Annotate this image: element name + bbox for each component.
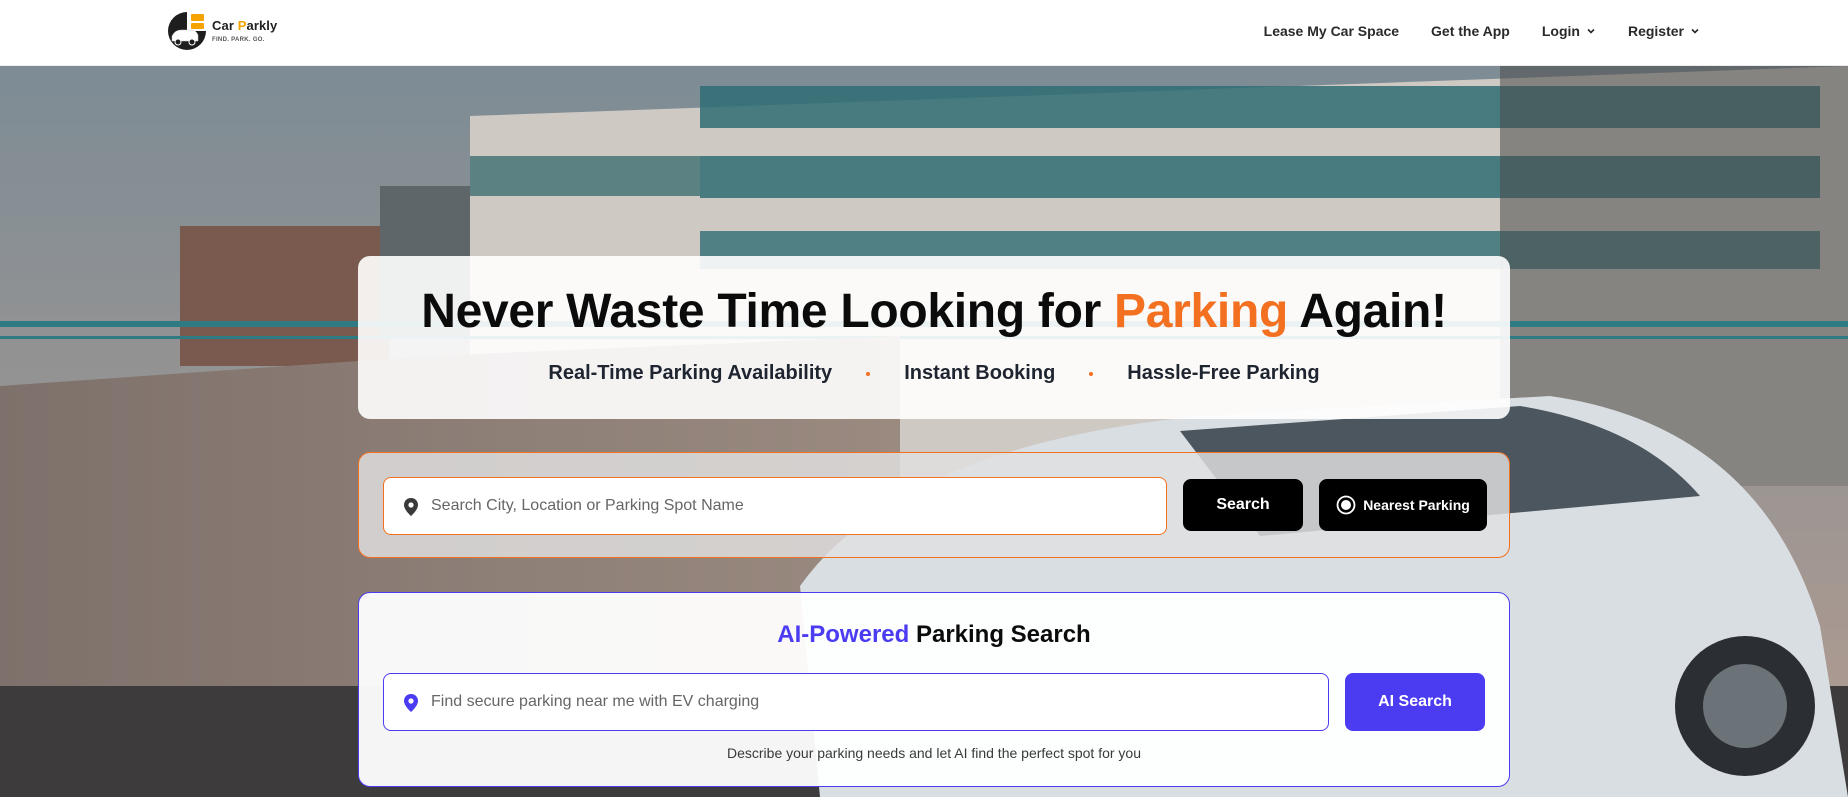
brand-tagline: FIND. PARK. GO. xyxy=(212,37,265,43)
hero-title-card: Never Waste Time Looking for Parking Aga… xyxy=(358,256,1510,419)
main-nav: Lease My Car Space Get the App Login Reg… xyxy=(1264,0,1700,62)
ai-search-hint: Describe your parking needs and let AI f… xyxy=(726,745,1142,761)
page-title: Never Waste Time Looking for Parking Aga… xyxy=(421,285,1447,338)
nav-get-the-app[interactable]: Get the App xyxy=(1431,23,1510,39)
chevron-down-icon xyxy=(1587,28,1595,34)
brand-logo[interactable]: Car Parkly FIND. PARK. GO. xyxy=(166,9,296,53)
location-target-icon xyxy=(1336,495,1356,515)
brand-name: Car Parkly xyxy=(212,18,278,33)
separator-dot xyxy=(1089,371,1094,376)
map-pin-icon xyxy=(404,694,418,712)
feature-list: Real-Time Parking Availability Instant B… xyxy=(358,362,1510,385)
nav-login[interactable]: Login xyxy=(1542,23,1596,39)
ai-search-title: AI-Powered Parking Search xyxy=(777,621,1091,648)
ai-search-field[interactable] xyxy=(383,673,1329,731)
ai-search-button[interactable]: AI Search xyxy=(1345,673,1485,731)
separator-dot xyxy=(866,371,871,376)
logo-mark-icon xyxy=(168,12,206,50)
location-search-input[interactable] xyxy=(431,478,1151,534)
location-search-field[interactable] xyxy=(383,477,1167,535)
location-search-card: Search Nearest Parking xyxy=(358,452,1510,558)
feature-instant-booking: Instant Booking xyxy=(904,362,1056,384)
search-button[interactable]: Search xyxy=(1183,479,1303,531)
top-header: Car Parkly FIND. PARK. GO. Lease My Car … xyxy=(0,0,1848,66)
nearest-parking-button[interactable]: Nearest Parking xyxy=(1319,479,1487,531)
feature-real-time: Real-Time Parking Availability xyxy=(548,362,833,384)
chevron-down-icon xyxy=(1691,28,1699,34)
ai-search-input[interactable] xyxy=(431,674,1311,730)
nav-lease-my-car-space[interactable]: Lease My Car Space xyxy=(1264,23,1399,39)
feature-hassle-free: Hassle-Free Parking xyxy=(1127,362,1320,384)
nav-register[interactable]: Register xyxy=(1628,23,1700,39)
map-pin-icon xyxy=(404,498,418,516)
ai-search-card: AI-Powered Parking Search AI Search Desc… xyxy=(358,592,1510,787)
